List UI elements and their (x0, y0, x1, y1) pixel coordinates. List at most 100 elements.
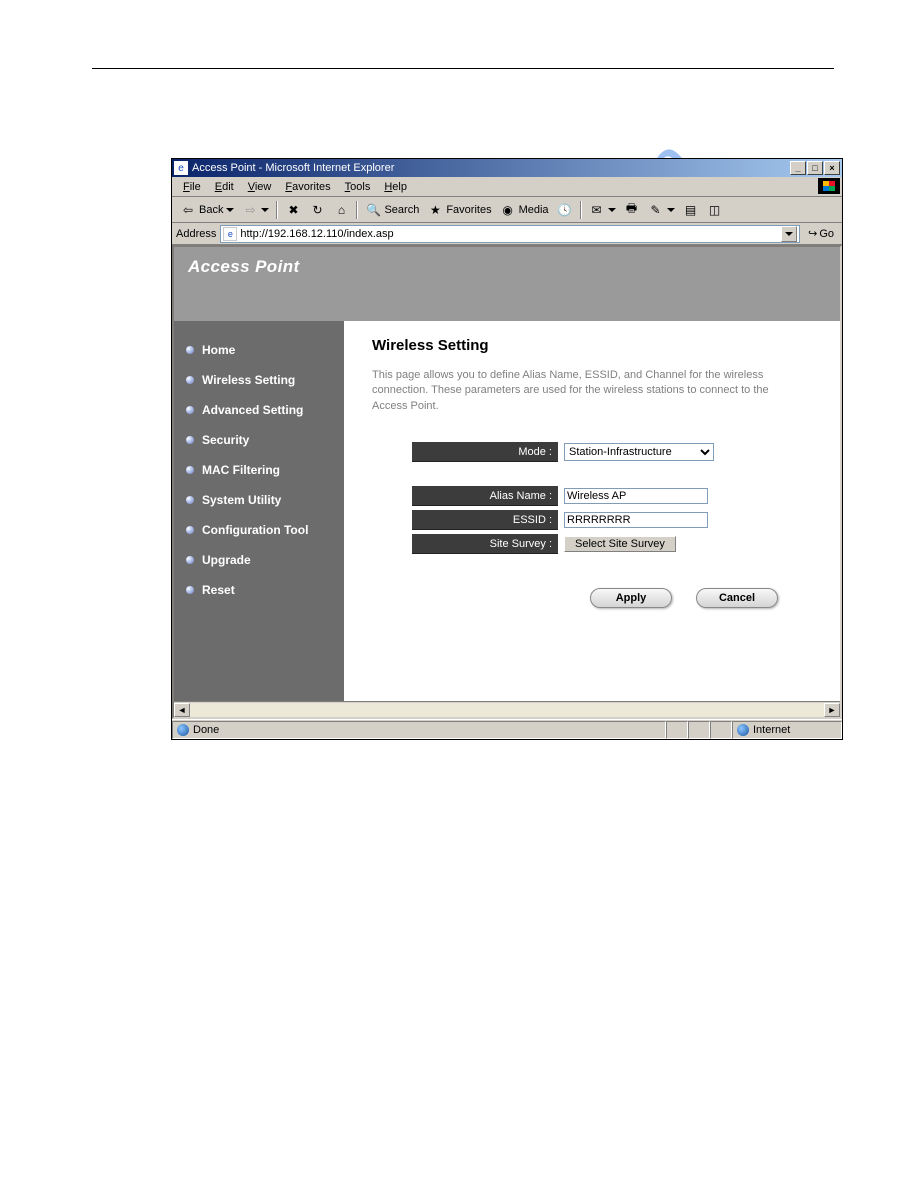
mode-select[interactable]: Station-Infrastructure (564, 443, 714, 461)
row-alias: Alias Name : (412, 486, 818, 506)
zone-text: Internet (753, 724, 790, 736)
edit-button[interactable]: ✎ (644, 200, 679, 220)
internet-zone-icon (737, 724, 749, 736)
sidebar-item-label: System Utility (202, 493, 281, 507)
menu-view[interactable]: View (241, 180, 279, 194)
alias-input[interactable] (564, 488, 708, 504)
sidebar-item-label: Home (202, 343, 235, 357)
label-site-survey: Site Survey : (412, 534, 558, 554)
star-icon: ★ (427, 202, 443, 218)
search-label: Search (384, 204, 419, 216)
media-button[interactable]: ◉ Media (496, 200, 553, 220)
stop-button[interactable]: ✖ (281, 200, 305, 220)
cancel-button[interactable]: Cancel (696, 588, 778, 608)
scroll-right-button[interactable]: ► (824, 703, 840, 717)
banner-title: Access Point (188, 257, 300, 277)
discuss-icon: ▤ (683, 202, 699, 218)
menu-help[interactable]: Help (377, 180, 414, 194)
search-button[interactable]: 🔍 Search (361, 200, 423, 220)
refresh-button[interactable]: ↻ (305, 200, 329, 220)
sidebar-item-reset[interactable]: Reset (174, 575, 344, 605)
bullet-icon (186, 346, 194, 354)
sidebar-item-advanced-setting[interactable]: Advanced Setting (174, 395, 344, 425)
ie-window: e Access Point - Microsoft Internet Expl… (171, 158, 843, 740)
sidebar-item-wireless-setting[interactable]: Wireless Setting (174, 365, 344, 395)
window-title: Access Point - Microsoft Internet Explor… (192, 162, 790, 174)
sidebar-item-configuration-tool[interactable]: Configuration Tool (174, 515, 344, 545)
go-arrow-icon: ↪ (808, 227, 817, 240)
media-label: Media (519, 204, 549, 216)
toolbar-separator (276, 201, 278, 219)
sidebar-item-system-utility[interactable]: System Utility (174, 485, 344, 515)
url-dropdown-button[interactable] (781, 226, 797, 242)
forward-button[interactable]: ⇨ (238, 200, 273, 220)
url-text: http://192.168.12.110/index.asp (240, 228, 781, 240)
horizontal-scrollbar[interactable]: ◄ ► (174, 701, 840, 717)
messenger-icon: ◫ (707, 202, 723, 218)
url-field[interactable]: e http://192.168.12.110/index.asp (220, 225, 800, 243)
page-top-rule (92, 68, 834, 69)
site-survey-button[interactable]: Select Site Survey (564, 536, 676, 552)
close-button[interactable]: × (824, 161, 840, 175)
label-alias: Alias Name : (412, 486, 558, 506)
back-dropdown-icon (226, 208, 234, 212)
menu-file[interactable]: File (176, 180, 208, 194)
sidebar-item-label: Advanced Setting (202, 403, 303, 417)
back-button[interactable]: ⇦ Back (176, 200, 238, 220)
sidebar-item-label: Configuration Tool (202, 523, 308, 537)
mail-button[interactable]: ✉ (585, 200, 620, 220)
search-icon: 🔍 (365, 202, 381, 218)
sidebar-item-security[interactable]: Security (174, 425, 344, 455)
menu-tools[interactable]: Tools (338, 180, 378, 194)
back-arrow-icon: ⇦ (180, 202, 196, 218)
home-icon: ⌂ (333, 202, 349, 218)
apply-button[interactable]: Apply (590, 588, 672, 608)
home-button[interactable]: ⌂ (329, 200, 353, 220)
page-status-icon (177, 724, 189, 736)
sidebar-item-upgrade[interactable]: Upgrade (174, 545, 344, 575)
status-pane-2 (666, 721, 688, 739)
menu-edit[interactable]: Edit (208, 180, 241, 194)
history-button[interactable]: 🕓 (553, 200, 577, 220)
menu-bar: File Edit View Favorites Tools Help (172, 177, 842, 197)
messenger-button[interactable]: ◫ (703, 200, 727, 220)
toolbar-separator (580, 201, 582, 219)
refresh-icon: ↻ (309, 202, 325, 218)
toolbar-separator (356, 201, 358, 219)
bullet-icon (186, 526, 194, 534)
ie-icon: e (174, 161, 188, 175)
minimize-button[interactable]: _ (790, 161, 806, 175)
page-viewport: Access Point Home Wireless Setting Advan… (172, 245, 842, 719)
status-pane-3 (688, 721, 710, 739)
page-heading: Wireless Setting (372, 337, 818, 354)
scroll-left-button[interactable]: ◄ (174, 703, 190, 717)
row-mode: Mode : Station-Infrastructure (412, 442, 818, 462)
essid-input[interactable] (564, 512, 708, 528)
status-zone-pane: Internet (732, 721, 842, 739)
maximize-button[interactable]: □ (807, 161, 823, 175)
scroll-track[interactable] (190, 703, 824, 717)
edit-dropdown-icon (667, 208, 675, 212)
status-text: Done (193, 724, 219, 736)
address-bar: Address e http://192.168.12.110/index.as… (172, 223, 842, 245)
menu-favorites[interactable]: Favorites (278, 180, 337, 194)
row-site-survey: Site Survey : Select Site Survey (412, 534, 818, 554)
sidebar: Home Wireless Setting Advanced Setting S… (174, 321, 344, 701)
discuss-button[interactable]: ▤ (679, 200, 703, 220)
sidebar-item-mac-filtering[interactable]: MAC Filtering (174, 455, 344, 485)
favorites-button[interactable]: ★ Favorites (423, 200, 495, 220)
print-button[interactable]: 🖶 (620, 200, 644, 220)
windows-flag-icon (818, 178, 840, 194)
edit-icon: ✎ (648, 202, 664, 218)
back-label: Back (199, 204, 223, 216)
sidebar-item-label: MAC Filtering (202, 463, 280, 477)
sidebar-item-label: Upgrade (202, 553, 251, 567)
mail-dropdown-icon (608, 208, 616, 212)
sidebar-item-home[interactable]: Home (174, 335, 344, 365)
bullet-icon (186, 406, 194, 414)
status-bar: Done Internet (172, 719, 842, 739)
address-label: Address (176, 228, 216, 240)
main-panel: Wireless Setting This page allows you to… (344, 321, 840, 701)
go-button[interactable]: ↪ Go (804, 225, 838, 242)
sidebar-item-label: Wireless Setting (202, 373, 295, 387)
